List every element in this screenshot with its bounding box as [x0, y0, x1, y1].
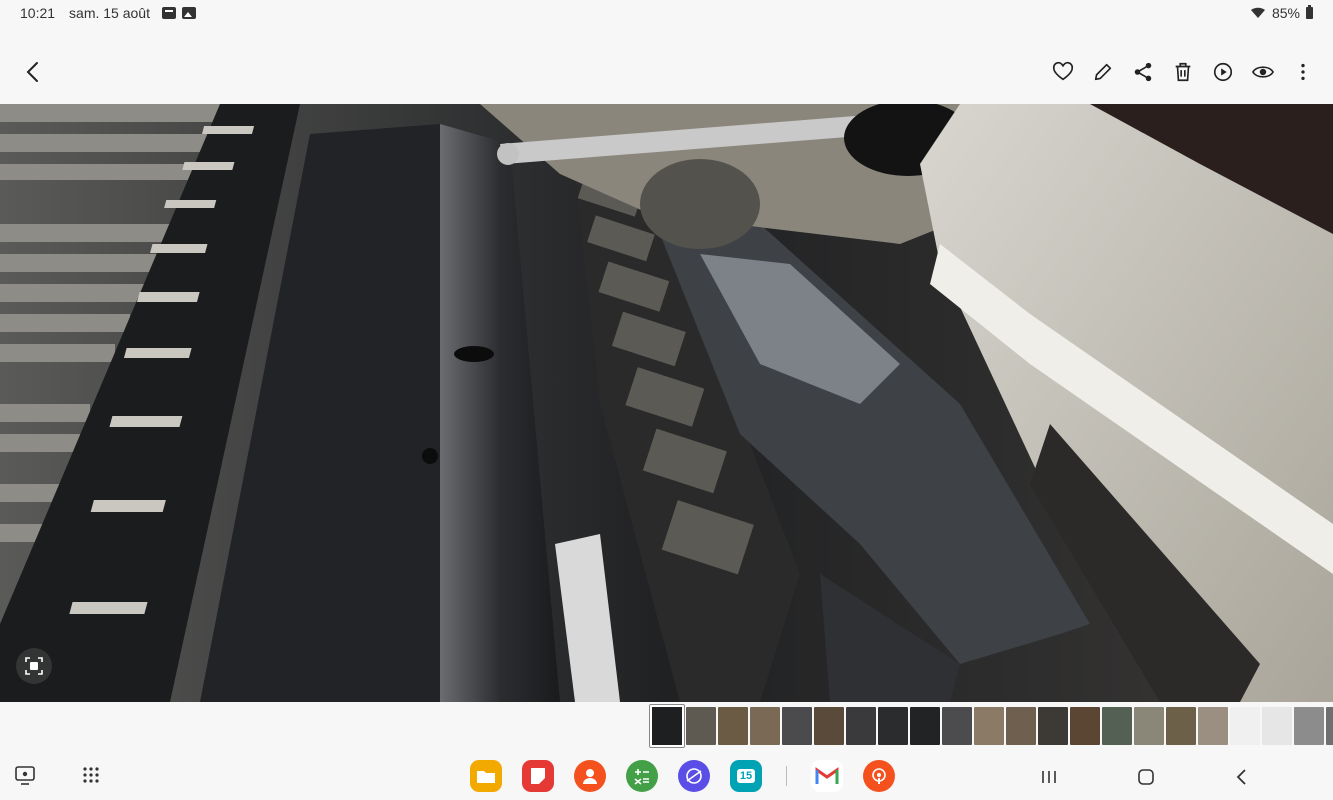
- filmstrip-thumbnail[interactable]: [1198, 707, 1228, 745]
- more-vert-icon: [1301, 63, 1305, 81]
- taskbar-divider: [786, 766, 787, 786]
- pencil-icon: [1094, 63, 1112, 81]
- gmail-app-icon[interactable]: [811, 760, 843, 792]
- taskbar-apps: 15: [470, 760, 895, 792]
- filmstrip-thumbnail[interactable]: [782, 707, 812, 745]
- filmstrip-thumbnail[interactable]: [846, 707, 876, 745]
- calculator-app-icon[interactable]: [626, 760, 658, 792]
- filmstrip-thumbnail[interactable]: [814, 707, 844, 745]
- heart-icon: [1052, 61, 1074, 81]
- back-nav-button[interactable]: [1227, 762, 1257, 792]
- filmstrip-thumbnail[interactable]: [878, 707, 908, 745]
- filmstrip-thumbnail[interactable]: [1134, 707, 1164, 745]
- recents-nav-button[interactable]: [1034, 762, 1064, 792]
- share-icon: [1134, 62, 1152, 82]
- share-button[interactable]: [1131, 52, 1155, 92]
- filmstrip-thumbnail[interactable]: [942, 707, 972, 745]
- filmstrip-thumbnail[interactable]: [750, 707, 780, 745]
- trash-icon: [1175, 62, 1191, 82]
- notes-app-icon[interactable]: [522, 760, 554, 792]
- battery-icon: [1306, 5, 1313, 19]
- toolbar-actions: [1051, 52, 1315, 92]
- filmstrip-thumbnail[interactable]: [1326, 707, 1333, 745]
- remaster-button[interactable]: [1211, 52, 1235, 92]
- taskbar-left: [14, 764, 102, 791]
- view-button[interactable]: [1251, 52, 1275, 92]
- calendar-day: 15: [736, 769, 756, 783]
- home-icon: [1138, 769, 1154, 785]
- calendar-app-icon[interactable]: 15: [730, 760, 762, 792]
- apps-grid-button[interactable]: [80, 764, 102, 791]
- remaster-icon: [1213, 62, 1233, 82]
- internet-app-icon[interactable]: [678, 760, 710, 792]
- recents-icon: [1042, 771, 1056, 783]
- photo-image: [0, 104, 1333, 702]
- status-bar: 10:21 sam. 15 août 85%: [0, 0, 1333, 26]
- wifi-icon: [1250, 7, 1265, 18]
- recent-screen-button[interactable]: [14, 764, 36, 791]
- download-notification-icon: [161, 7, 176, 19]
- taskbar: 15: [0, 752, 1333, 800]
- filmstrip-thumbnail[interactable]: [1262, 707, 1292, 745]
- filmstrip-thumbnail[interactable]: [1166, 707, 1196, 745]
- back-nav-icon: [1236, 769, 1246, 785]
- podcast-app-icon[interactable]: [863, 760, 895, 792]
- back-button[interactable]: [18, 50, 48, 94]
- filmstrip-thumbnail[interactable]: [718, 707, 748, 745]
- battery-percent: 85%: [1271, 5, 1300, 21]
- filmstrip-thumbnail[interactable]: [1070, 707, 1100, 745]
- status-date: sam. 15 août: [69, 5, 150, 21]
- apps-grid-icon: [83, 767, 99, 783]
- gallery-viewer: 10:21 sam. 15 août 85% 15: [0, 0, 1333, 800]
- favorite-button[interactable]: [1051, 52, 1075, 92]
- edit-button[interactable]: [1091, 52, 1115, 92]
- filmstrip-thumbnail[interactable]: [686, 707, 716, 745]
- photo-viewer[interactable]: [0, 104, 1333, 702]
- contacts-app-icon[interactable]: [574, 760, 606, 792]
- filmstrip-thumbnail[interactable]: [1294, 707, 1324, 745]
- filmstrip-thumbnail[interactable]: [1006, 707, 1036, 745]
- eye-icon: [1252, 66, 1274, 78]
- scan-text-button[interactable]: [16, 648, 52, 684]
- files-app-icon[interactable]: [470, 760, 502, 792]
- filmstrip: [650, 705, 1333, 747]
- filmstrip-thumbnail[interactable]: [910, 707, 940, 745]
- scan-icon: [25, 657, 43, 675]
- delete-button[interactable]: [1171, 52, 1195, 92]
- filmstrip-thumbnail[interactable]: [1230, 707, 1260, 745]
- filmstrip-thumbnail[interactable]: [650, 705, 684, 747]
- gallery-notification-icon: [181, 7, 196, 19]
- filmstrip-thumbnail[interactable]: [1038, 707, 1068, 745]
- screen-icon: [15, 766, 35, 785]
- status-time: 10:21: [20, 5, 56, 21]
- more-options-button[interactable]: [1291, 52, 1315, 92]
- status-right: 85%: [1250, 5, 1313, 21]
- home-nav-button[interactable]: [1131, 762, 1161, 792]
- filmstrip-thumbnail[interactable]: [974, 707, 1004, 745]
- chevron-left-icon: [26, 62, 38, 82]
- filmstrip-thumbnail[interactable]: [1102, 707, 1132, 745]
